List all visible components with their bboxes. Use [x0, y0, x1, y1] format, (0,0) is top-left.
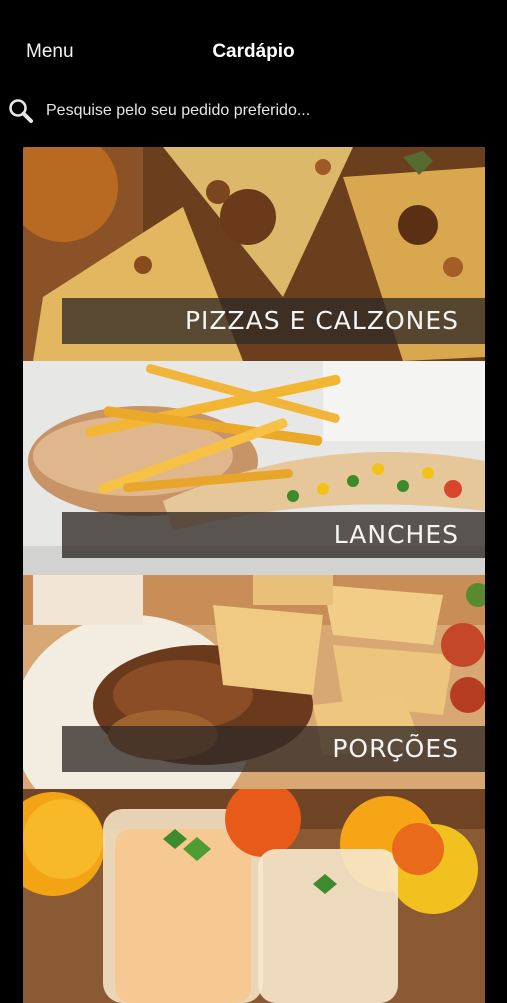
category-band: PORÇÕES: [62, 726, 485, 772]
category-tile-lanches[interactable]: LANCHES: [23, 361, 485, 575]
category-label-pizzas: PIZZAS E CALZONES: [184, 306, 459, 335]
category-label-porcoes: PORÇÕES: [332, 734, 459, 763]
category-band: PIZZAS E CALZONES: [62, 298, 485, 344]
search-bar: [0, 92, 507, 132]
drinks-image: [23, 789, 485, 1003]
search-input[interactable]: [46, 100, 486, 122]
category-label-lanches: LANCHES: [333, 520, 459, 549]
category-tile-pizzas[interactable]: PIZZAS E CALZONES: [23, 147, 485, 361]
category-band: LANCHES: [62, 512, 485, 558]
category-tile-porcoes[interactable]: PORÇÕES: [23, 575, 485, 789]
category-list: PIZZAS E CALZONES LANCHES PORÇÕES: [23, 147, 485, 1003]
search-icon[interactable]: [8, 98, 34, 124]
top-bar: Menu Cardápio: [0, 0, 507, 90]
page-title: Cardápio: [212, 41, 295, 62]
category-tile-bebidas[interactable]: [23, 789, 485, 1003]
